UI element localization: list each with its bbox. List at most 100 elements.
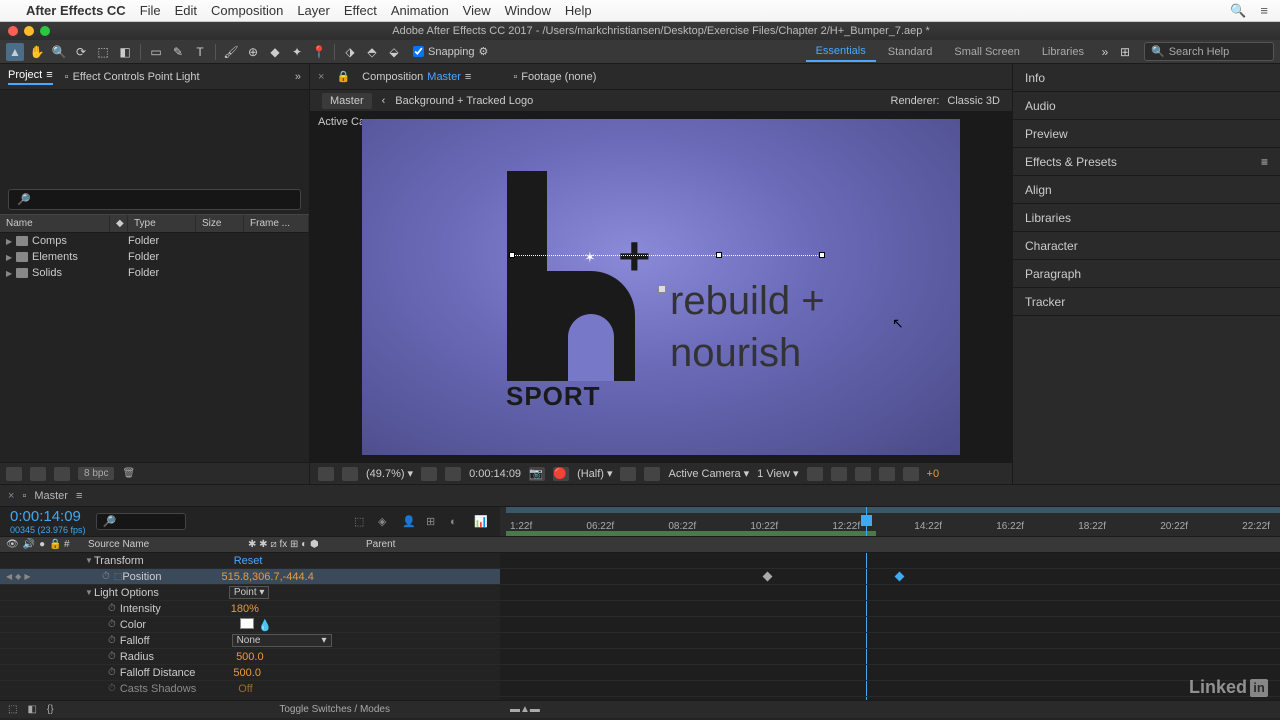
panel-menu-icon[interactable]: ≡ [76,490,82,502]
rotation-tool-icon[interactable]: ⟳ [72,43,90,61]
intensity-property[interactable]: ⏱ Intensity 180% [0,601,500,617]
radius-value[interactable]: 500.0 [236,651,264,663]
composition-tab[interactable]: Composition Master ≡ [362,71,471,83]
light-type-dropdown[interactable]: Point ▾ [229,586,270,599]
twirl-icon[interactable]: ▶ [6,269,16,278]
position-property[interactable]: ◀◆▶ ⏱ ⬚ Position 515.8,306.7,-444.4 [0,569,500,585]
panel-character[interactable]: Character [1013,232,1280,260]
menu-help[interactable]: Help [565,3,592,18]
menu-extras-icon[interactable]: ≡ [1260,3,1268,19]
timeline-ruler[interactable]: 1:22f 06:22f 08:22f 10:22f 12:22f 14:22f… [500,507,1280,536]
close-tab-icon[interactable]: × [8,490,14,502]
clone-tool-icon[interactable]: ⊕ [244,43,262,61]
menu-view[interactable]: View [463,3,491,18]
col-frame[interactable]: Frame ... [244,215,309,232]
breadcrumb-bg[interactable]: Background + Tracked Logo [395,95,533,107]
type-tool-icon[interactable]: T [191,43,209,61]
workspace-reset-icon[interactable]: ⊞ [1116,43,1134,61]
motion-blur-icon[interactable]: ◐ [450,515,466,529]
panel-info[interactable]: Info [1013,64,1280,92]
keyframe-icon[interactable] [895,572,905,582]
workspace-small-screen[interactable]: Small Screen [944,43,1029,61]
next-key-icon[interactable]: ▶ [24,572,30,581]
camera-dropdown[interactable]: Active Camera ▾ [668,467,749,480]
light-gizmo[interactable]: ✶ [512,255,822,257]
add-key-icon[interactable]: ◆ [15,572,21,581]
panel-preview[interactable]: Preview [1013,120,1280,148]
spotlight-icon[interactable]: 🔍 [1230,3,1246,19]
always-preview-icon[interactable] [318,467,334,481]
panel-menu-icon[interactable]: ≡ [1261,155,1268,169]
draft-3d-icon[interactable]: ◈ [378,515,394,529]
transform-group[interactable]: ▼ Transform Reset [0,553,500,569]
trash-icon[interactable]: 🗑 [122,468,135,479]
view-axis-icon[interactable]: ⬙ [385,43,403,61]
menu-animation[interactable]: Animation [391,3,449,18]
panel-libraries[interactable]: Libraries [1013,204,1280,232]
render-queue-icon[interactable]: ⬚ [8,704,17,715]
guides-icon[interactable] [855,467,871,481]
breadcrumb-master[interactable]: Master [322,93,372,109]
timeline-timecode[interactable]: 0:00:14:09 [10,508,86,525]
zoom-tool-icon[interactable]: 🔍 [50,43,68,61]
zoom-dropdown[interactable]: (49.7%) ▾ [366,467,413,480]
col-parent[interactable]: Parent [358,539,448,550]
snapshot-icon[interactable]: 📷 [529,467,545,481]
workspace-overflow-icon[interactable]: » [1096,43,1114,61]
position-value[interactable]: 515.8,306.7,-444.4 [221,571,313,583]
gizmo-handle[interactable] [819,252,825,258]
keyframe-icon[interactable] [763,572,773,582]
fast-preview-icon[interactable] [620,467,636,481]
window-controls[interactable] [8,26,50,36]
menu-composition[interactable]: Composition [211,3,283,18]
brush-tool-icon[interactable]: 🖌 [222,43,240,61]
stopwatch-icon[interactable]: ⏱ [108,651,116,662]
current-time-indicator[interactable] [866,507,867,536]
twirl-icon[interactable]: ▶ [6,237,16,246]
transparency-icon[interactable] [342,467,358,481]
reset-link[interactable]: Reset [234,555,263,567]
panel-menu-icon[interactable]: ≡ [46,69,52,81]
color-swatch[interactable] [240,618,254,629]
3d-view-icon[interactable] [644,467,660,481]
menu-effect[interactable]: Effect [344,3,377,18]
selection-tool-icon[interactable]: ▲ [6,43,24,61]
roto-tool-icon[interactable]: ✦ [288,43,306,61]
menu-file[interactable]: File [140,3,161,18]
prev-key-icon[interactable]: ◀ [6,572,12,581]
frame-blend-icon[interactable]: ⊞ [426,515,442,529]
timeline-search-input[interactable]: 🔎 [96,513,186,530]
bpc-toggle[interactable]: 8 bpc [78,467,114,480]
gizmo-handle[interactable] [716,252,722,258]
roi-icon[interactable] [445,467,461,481]
project-item[interactable]: ▶ Comps Folder [0,233,309,249]
puppet-tool-icon[interactable]: 📍 [310,43,328,61]
timeline-tracks[interactable] [500,553,1280,700]
pen-tool-icon[interactable]: ✎ [169,43,187,61]
panel-paragraph[interactable]: Paragraph [1013,260,1280,288]
effect-controls-tab[interactable]: ▫ Effect Controls Point Light [65,71,200,83]
stopwatch-icon[interactable]: ⏱ [108,683,116,694]
exposure-value[interactable]: +0 [927,468,940,480]
stopwatch-icon[interactable]: ⏱ [108,603,116,614]
workspace-libraries[interactable]: Libraries [1032,43,1094,61]
falloff-dropdown[interactable]: None▾ [232,634,332,647]
twirl-icon[interactable]: ▶ [6,253,16,262]
col-source[interactable]: Source Name [88,539,248,550]
workspace-essentials[interactable]: Essentials [806,42,876,62]
toggle-switches-button[interactable]: Toggle Switches / Modes [279,704,390,715]
workspace-standard[interactable]: Standard [878,43,943,61]
panel-effects-presets[interactable]: Effects & Presets≡ [1013,148,1280,176]
casts-shadows-value[interactable]: Off [238,683,252,695]
timeline-tab[interactable]: Master [34,490,68,502]
eraser-tool-icon[interactable]: ◆ [266,43,284,61]
brackets-icon[interactable]: {} [47,704,54,715]
panel-audio[interactable]: Audio [1013,92,1280,120]
interpret-footage-icon[interactable] [6,467,22,481]
eyedropper-icon[interactable]: 💧 [258,620,272,632]
close-window-icon[interactable] [8,26,18,36]
comp-mini-flowchart-icon[interactable]: ⬚ [354,515,370,529]
panel-menu-icon[interactable]: ≡ [465,71,471,83]
menu-layer[interactable]: Layer [297,3,330,18]
panel-overflow-icon[interactable]: » [295,71,301,83]
